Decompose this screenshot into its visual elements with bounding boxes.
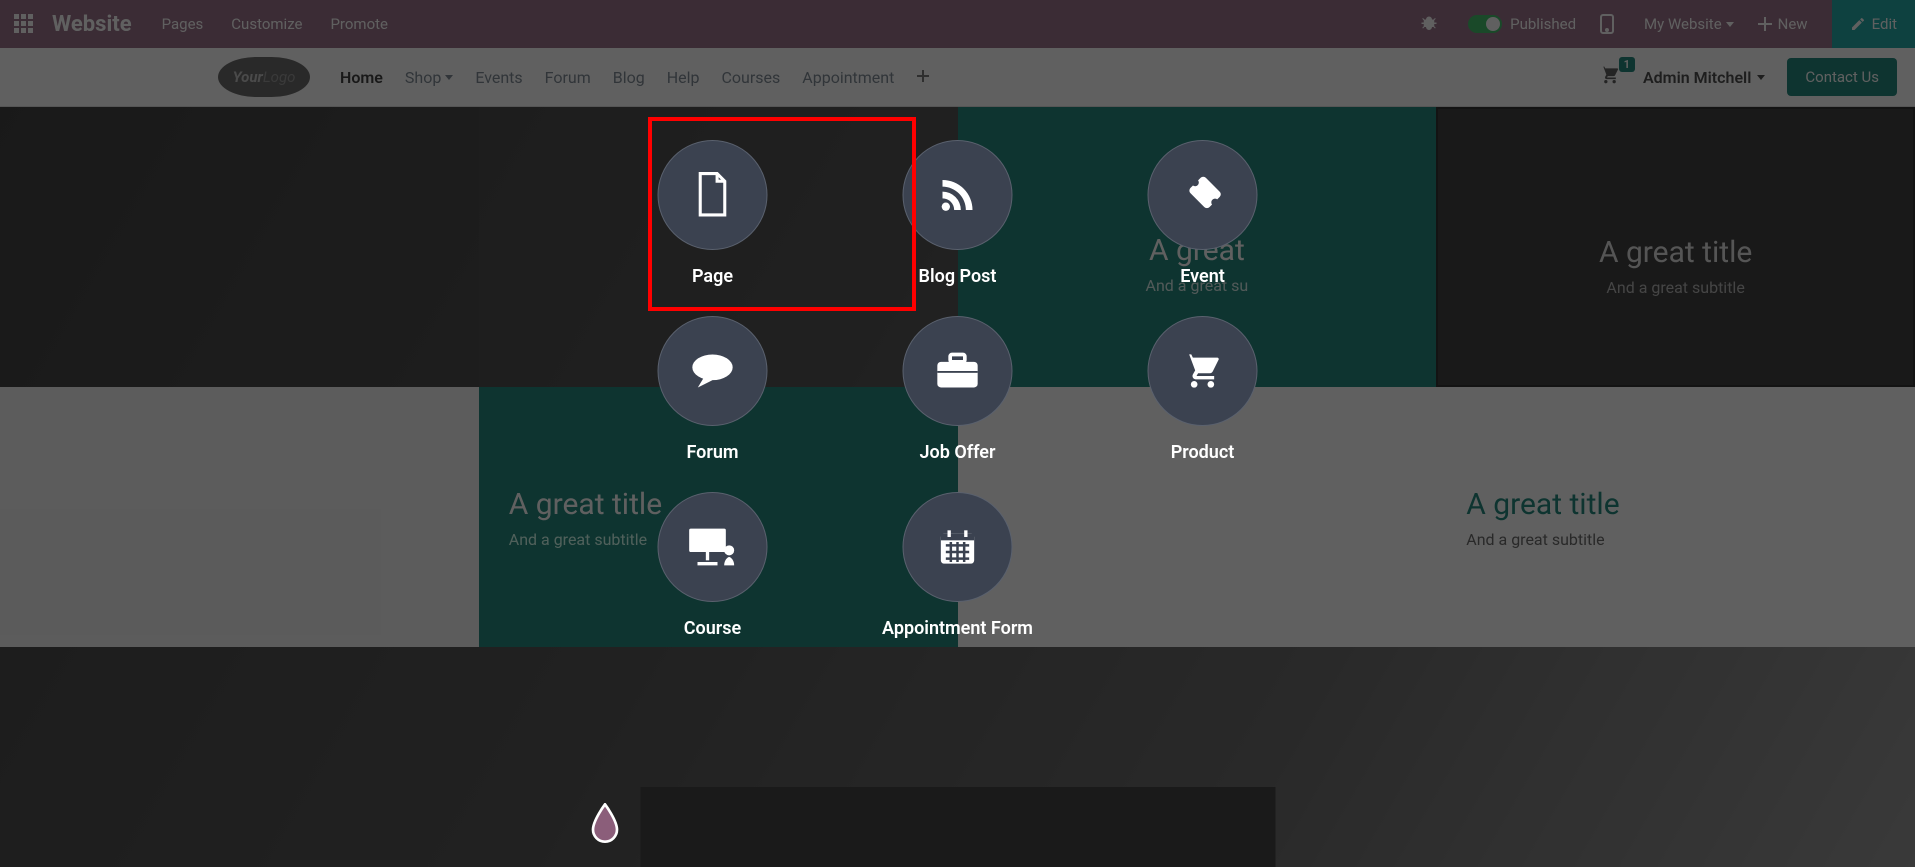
presentation-icon (688, 527, 738, 567)
new-product-option[interactable]: Product (1080, 316, 1325, 492)
chooser-label: Page (692, 266, 733, 287)
cart-icon (1181, 351, 1225, 391)
briefcase-icon (936, 352, 980, 390)
new-forum-option[interactable]: Forum (590, 316, 835, 492)
rss-icon (938, 175, 978, 215)
new-blog-post-option[interactable]: Blog Post (835, 140, 1080, 316)
chooser-label: Appointment Form (882, 618, 1033, 639)
file-icon (694, 172, 732, 218)
odoo-droplet-icon (588, 803, 622, 847)
new-content-chooser: Page Blog Post Event Forum Job Offer Pro… (590, 140, 1325, 668)
new-job-offer-option[interactable]: Job Offer (835, 316, 1080, 492)
calendar-icon (938, 527, 978, 567)
bottom-image-strip (640, 787, 1275, 867)
chooser-label: Forum (686, 442, 738, 463)
chooser-label: Job Offer (920, 442, 996, 463)
chooser-label: Product (1171, 442, 1235, 463)
chooser-label: Blog Post (919, 266, 997, 287)
new-page-option[interactable]: Page (590, 140, 835, 316)
new-course-option[interactable]: Course (590, 492, 835, 668)
chooser-label: Event (1180, 266, 1225, 287)
chat-icon (691, 352, 735, 390)
chooser-label: Course (684, 618, 741, 639)
new-appointment-form-option[interactable]: Appointment Form (835, 492, 1080, 668)
ticket-icon (1181, 173, 1225, 217)
new-event-option[interactable]: Event (1080, 140, 1325, 316)
